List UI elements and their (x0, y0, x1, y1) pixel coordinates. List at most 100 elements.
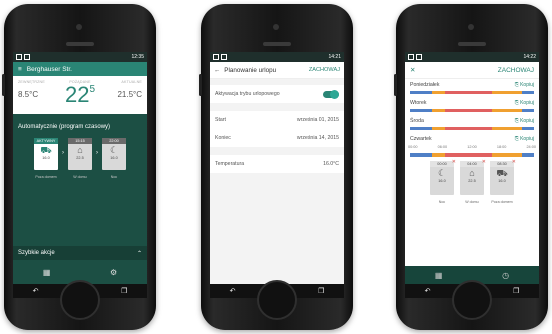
save-button[interactable]: ZACHOWAJ (498, 67, 534, 74)
copy-button[interactable]: ⎘ Kopiuj (515, 136, 534, 142)
app-bar: ✕ ZACHOWAJ (405, 62, 539, 79)
day-row[interactable]: Czwartek ⎘ Kopiuj (405, 133, 539, 145)
axis-label: 24:00 (526, 145, 536, 149)
block-home[interactable]: 15:15 ⌂ 22.5 W domu (68, 138, 92, 179)
temperature-value: 16.0°C (323, 161, 339, 167)
day-row[interactable]: Wtorek ⎘ Kopiuj (405, 97, 539, 115)
copy-button[interactable]: ⎘ Kopiuj (515, 100, 534, 106)
start-row[interactable]: Start września 01, 2015 (210, 111, 344, 129)
time-axis: 00:00 06:00 12:00 18:00 24:00 (405, 145, 539, 153)
block-value: 16.0 (498, 179, 506, 183)
day-name: Wtorek (410, 100, 427, 106)
temperature-row[interactable]: Temperatura 16.0°C (210, 155, 344, 173)
camera (76, 24, 82, 30)
block-night[interactable]: 00:00 ✕ ☾ 16.0 Noc (430, 159, 456, 204)
block-away[interactable]: AKTYWNY ⛟ 16.0 Poza domem (34, 138, 58, 179)
back-icon[interactable]: ↶ (425, 287, 431, 295)
mode-label[interactable]: Automatycznie (program czasowy) (13, 114, 147, 136)
block-label: Poza domem (491, 200, 513, 204)
end-value: września 14, 2015 (296, 135, 339, 141)
recent-apps-icon[interactable]: ❐ (121, 287, 127, 295)
copy-icon: ⎘ (514, 100, 519, 106)
current-label: AKTUALNE (121, 80, 142, 84)
day-row[interactable]: Poniedziałek ⎘ Kopiuj (405, 79, 539, 97)
outside-label: ZEWNĘTRZNE (18, 80, 45, 84)
status-bar: 14:21 (210, 52, 344, 62)
vacation-toggle-row[interactable]: Aktywacja trybu urlopowego (210, 85, 344, 103)
home-button[interactable] (257, 280, 297, 320)
speaker (66, 42, 94, 46)
copy-button[interactable]: ⎘ Kopiuj (515, 118, 534, 124)
block-label: W domu (465, 200, 479, 204)
menu-icon[interactable]: ≡ (18, 66, 22, 73)
status-bar: 12:35 (13, 52, 147, 62)
status-bar: 14:22 (405, 52, 539, 62)
copy-icon: ⎘ (514, 136, 519, 142)
block-label: Noc (438, 200, 446, 204)
current-temp: 21.5°C (117, 90, 142, 99)
block-value: 16.0 (438, 179, 446, 183)
block-away[interactable]: 08:30 ✕ ⛟ 16.0 Poza domem (490, 159, 516, 204)
block-label: Poza domem (35, 175, 57, 179)
home-button[interactable] (60, 280, 100, 320)
end-label: Koniec (215, 135, 231, 141)
close-icon[interactable]: ✕ (410, 66, 415, 74)
block-value: 22.5 (76, 156, 84, 160)
block-label: W domu (73, 175, 87, 179)
copy-label: Kopiuj (520, 100, 534, 106)
start-value: września 01, 2015 (296, 117, 339, 123)
day-timeline (410, 153, 534, 157)
axis-label: 12:00 (467, 145, 477, 149)
desired-temp[interactable]: 225 (65, 82, 95, 108)
settings-icon[interactable]: ⚙ (110, 268, 117, 277)
status-time: 14:22 (523, 54, 536, 60)
camera (273, 24, 279, 30)
home-icon: ⌂ (77, 145, 83, 155)
remove-icon[interactable]: ✕ (452, 159, 456, 165)
recent-apps-icon[interactable]: ❐ (318, 287, 324, 295)
block-value: 16.0 (110, 156, 118, 160)
back-icon[interactable]: ↶ (33, 287, 39, 295)
copy-label: Kopiuj (520, 118, 534, 124)
back-icon[interactable]: ↶ (230, 287, 236, 295)
back-arrow-icon[interactable]: ← (214, 67, 220, 74)
person-out-icon: ⛟ (40, 145, 52, 155)
axis-label: 18:00 (496, 145, 507, 149)
grid-icon[interactable]: ▦ (43, 268, 51, 277)
grid-icon[interactable]: ▦ (435, 271, 443, 280)
block-value: 16.0 (42, 156, 50, 160)
phone-3: 14:22 ✕ ZACHOWAJ Poniedziałek ⎘ Kopiuj W… (394, 4, 548, 330)
block-home[interactable]: 04:00 ✕ ⌂ 22.5 W domu (460, 159, 486, 204)
recent-apps-icon[interactable]: ❐ (513, 287, 519, 295)
copy-icon: ⎘ (514, 82, 519, 88)
vacation-screen: 14:21 ← Planowanie urlopu ZACHOWAJ Aktyw… (210, 52, 344, 298)
home-button[interactable] (452, 280, 492, 320)
thermostat-screen: 12:35 ≡ Berghauser Str. ZEWNĘTRZNE POŻĄD… (13, 52, 147, 298)
toggle-label: Aktywacja trybu urlopowego (215, 91, 280, 97)
remove-icon[interactable]: ✕ (482, 159, 486, 165)
copy-button[interactable]: ⎘ Kopiuj (515, 82, 534, 88)
end-row[interactable]: Koniec września 14, 2015 (210, 129, 344, 147)
quick-actions-label: Szybkie akcje (18, 250, 55, 256)
clock-icon[interactable]: ◷ (502, 271, 509, 280)
quick-actions-bar[interactable]: Szybkie akcje ⌃ (13, 246, 147, 260)
page-title: Planowanie urlopu (224, 66, 277, 74)
chevron-right-icon: › (62, 150, 64, 156)
vacation-toggle[interactable] (323, 89, 339, 99)
block-night[interactable]: 22:00 ☾ 16.0 Noc (102, 138, 126, 179)
save-button[interactable]: ZACHOWAJ (309, 67, 340, 73)
day-name: Poniedziałek (410, 82, 440, 88)
moon-icon: ☾ (437, 168, 447, 178)
outside-temp: 8.5°C (18, 90, 39, 99)
app-bar: ← Planowanie urlopu ZACHOWAJ (210, 62, 344, 79)
home-icon: ⌂ (469, 168, 475, 178)
page-title: Berghauser Str. (26, 65, 72, 73)
day-row[interactable]: Środa ⎘ Kopiuj (405, 115, 539, 133)
moon-icon: ☾ (109, 145, 119, 155)
temperature-panel: ZEWNĘTRZNE POŻĄDANE AKTUALNE 8.5°C 225 2… (13, 76, 147, 114)
remove-icon[interactable]: ✕ (512, 159, 516, 165)
phone-2: 14:21 ← Planowanie urlopu ZACHOWAJ Aktyw… (199, 4, 353, 330)
schedule-blocks: 00:00 ✕ ☾ 16.0 Noc 04:00 ✕ ⌂ 22.5 W domu… (405, 157, 539, 204)
copy-icon: ⎘ (514, 118, 519, 124)
camera (468, 24, 474, 30)
